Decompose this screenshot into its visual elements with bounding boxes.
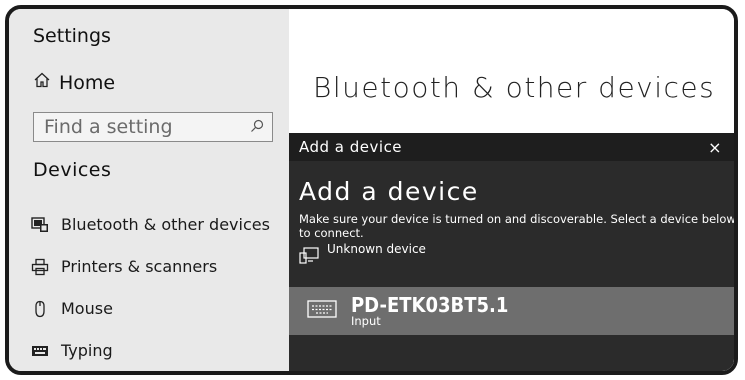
sidebar-item-typing[interactable]: Typing	[31, 341, 113, 360]
unknown-device-item[interactable]: Unknown device	[299, 242, 724, 267]
dialog-heading: Add a device	[299, 177, 479, 206]
device-tile[interactable]: PD-ETK03BT5.1 Input	[289, 287, 734, 335]
search-box[interactable]	[33, 112, 273, 142]
main-content: Bluetooth & other devices Add a device ×…	[289, 9, 734, 371]
home-link[interactable]: Home	[33, 71, 115, 94]
unknown-device-icon	[299, 242, 319, 267]
search-input[interactable]	[44, 116, 244, 138]
settings-window: Settings Home Devices	[5, 5, 738, 375]
sidebar-item-mouse[interactable]: Mouse	[31, 299, 113, 318]
add-device-dialog: Add a device × Add a device Make sure yo…	[289, 133, 734, 371]
sidebar-item-label: Mouse	[61, 299, 113, 318]
bluetooth-devices-icon	[31, 216, 49, 234]
dialog-window-title: Add a device	[299, 138, 403, 156]
close-icon[interactable]: ×	[708, 138, 724, 157]
dialog-body: Add a device Make sure your device is tu…	[289, 161, 734, 267]
dialog-description: Make sure your device is turned on and d…	[299, 212, 736, 240]
device-info: PD-ETK03BT5.1 Input	[351, 295, 508, 327]
sidebar-item-label: Printers & scanners	[61, 257, 218, 276]
dialog-titlebar: Add a device ×	[289, 133, 734, 161]
app-title: Settings	[33, 25, 111, 47]
sidebar-item-label: Typing	[61, 341, 113, 360]
search-icon[interactable]	[250, 118, 264, 137]
printer-icon	[31, 258, 49, 276]
home-label: Home	[59, 71, 116, 94]
unknown-device-label: Unknown device	[327, 242, 426, 256]
sidebar-item-bluetooth[interactable]: Bluetooth & other devices	[31, 215, 270, 234]
keyboard-icon	[307, 299, 337, 323]
page-title: Bluetooth & other devices	[313, 71, 716, 104]
device-name: PD-ETK03BT5.1	[351, 293, 509, 317]
sidebar-item-printers[interactable]: Printers & scanners	[31, 257, 217, 276]
sidebar: Settings Home Devices	[9, 9, 289, 371]
keyboard-icon	[31, 342, 49, 360]
home-icon	[33, 71, 51, 94]
section-title-devices: Devices	[33, 159, 112, 181]
mouse-icon	[31, 300, 49, 318]
sidebar-item-label: Bluetooth & other devices	[61, 215, 270, 234]
